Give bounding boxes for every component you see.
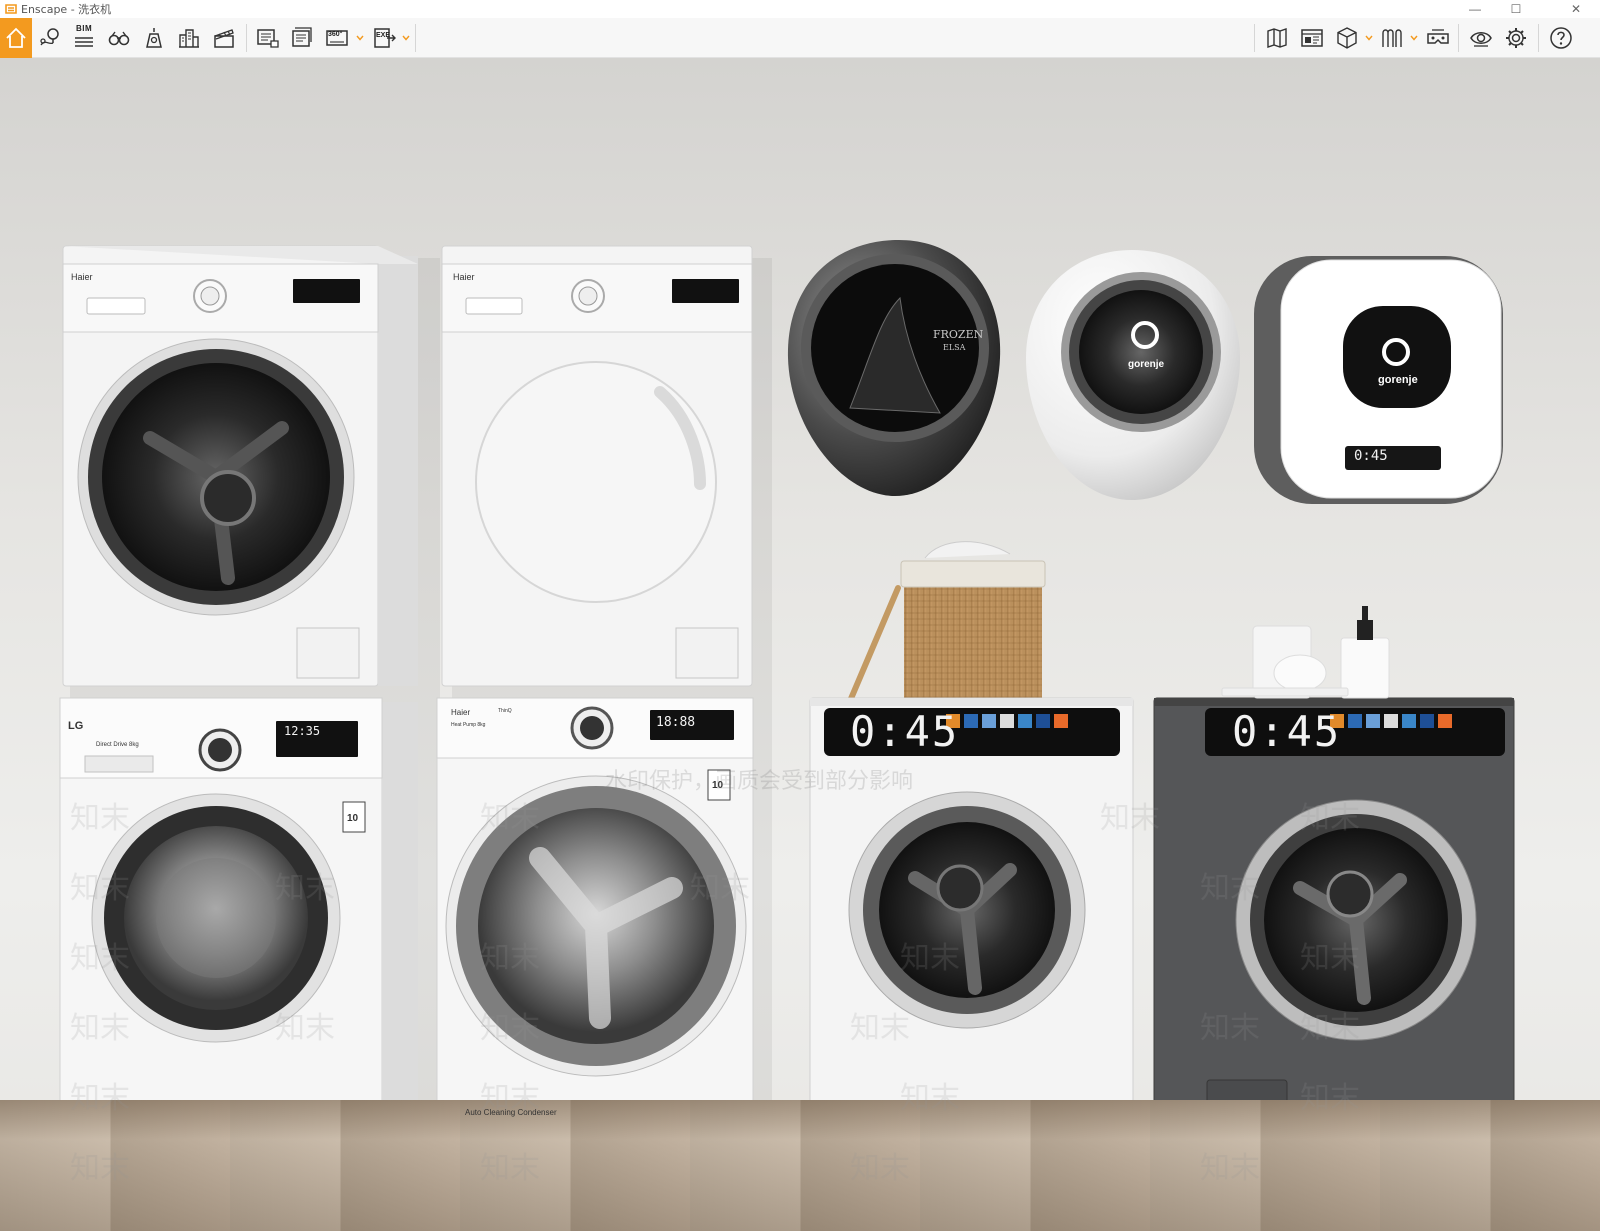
washer1-brand: Haier (71, 272, 93, 282)
home-icon (6, 27, 26, 48)
render-image-button[interactable] (251, 22, 283, 54)
buildings-icon (179, 29, 199, 48)
asset-library-button[interactable] (138, 22, 170, 54)
gorenje-square-display: 0:45 (1354, 448, 1388, 464)
clapper-icon (214, 29, 234, 48)
view-cube-button[interactable] (1331, 22, 1363, 54)
washer2-brand: Haier (453, 272, 475, 282)
watermark-banner: 水印保护，画质会受到部分影响 (605, 769, 914, 794)
batch-render-icon (292, 27, 312, 47)
toolbar-separator (1254, 24, 1255, 52)
frozen-title: FROZEN (933, 328, 984, 341)
chevron-down-icon[interactable] (402, 34, 410, 42)
panorama-label: 360° (328, 31, 343, 38)
eye-icon (1470, 32, 1492, 47)
washer2-tagline: Heat Pump 8kg (451, 722, 486, 728)
vr-headset-icon (1427, 29, 1449, 44)
scene-render (59, 239, 1515, 1188)
washer1-lower-brand: LG (68, 720, 84, 732)
frontloader2-display: 0:45 (1232, 707, 1342, 756)
toolbar-separator (246, 24, 247, 52)
title-bar: Enscape - 洗衣机 — ☐ ✕ (0, 0, 1600, 18)
chevron-down-icon[interactable] (1410, 34, 1418, 42)
gorenje-square-brand: gorenje (1378, 374, 1418, 386)
settings-button[interactable] (1500, 22, 1532, 54)
toolbar-separator (1538, 24, 1539, 52)
wood-floor (0, 1100, 1600, 1231)
washer2-thinq-label: ThinQ (498, 708, 512, 714)
toolbar-separator (1458, 24, 1459, 52)
washer1-display: 12:35 (284, 724, 321, 738)
washer1-tagline: Direct Drive 8kg (96, 742, 139, 748)
toolbar-separator (415, 24, 416, 52)
render-image-icon (257, 29, 279, 48)
frontloader1-display: 0:45 (850, 707, 960, 756)
exe-label: EXE (376, 32, 391, 39)
home-button[interactable] (0, 18, 32, 58)
cube-view-icon (1337, 27, 1357, 49)
export-exe-button[interactable]: EXE (368, 22, 400, 54)
help-icon (1550, 27, 1572, 49)
enscape-logo-icon (4, 3, 17, 16)
window-title: Enscape - 洗衣机 (21, 3, 112, 16)
help-button[interactable] (1545, 22, 1577, 54)
washer2-condenser-label: Auto Cleaning Condenser (465, 1108, 557, 1117)
chevron-down-icon[interactable] (1365, 34, 1373, 42)
visual-presets-button[interactable] (1376, 22, 1408, 54)
video-editor-button[interactable] (208, 22, 240, 54)
frozen-subtitle: ELSA (943, 343, 966, 352)
main-toolbar: BIM 360° EXE (0, 18, 1600, 71)
chevron-down-icon[interactable] (356, 34, 364, 42)
bim-label: BIM (76, 24, 93, 33)
display-icons-1 (946, 714, 1068, 728)
panorama-icon (326, 30, 348, 46)
enscape-window: Enscape - 洗衣机 — ☐ ✕ BIM 360° EXE Haier 1… (0, 0, 1600, 1231)
washer2-display: 18:88 (656, 715, 696, 730)
render-viewport[interactable]: Haier 12:35 LG Direct Drive 8kg 10 Haier… (0, 58, 1600, 1231)
location-pin-icon (40, 28, 59, 46)
washer1-badge: 10 (347, 813, 359, 824)
visual-presets-icon (1382, 29, 1402, 47)
vr-headset-button[interactable] (1422, 22, 1454, 54)
display-icons-2 (1330, 714, 1452, 728)
map-icon (1267, 28, 1287, 48)
binoculars-icon (108, 31, 130, 46)
close-button[interactable]: ✕ (1556, 0, 1596, 18)
panorama-button[interactable]: 360° (321, 22, 353, 54)
buildings-button[interactable] (173, 22, 205, 54)
settings-gear-icon (1506, 28, 1526, 48)
minimize-button[interactable]: — (1455, 0, 1495, 18)
washer2-lower-brand: Haier (451, 708, 471, 717)
map-button[interactable] (1261, 22, 1293, 54)
asset-library-icon (146, 28, 162, 48)
walk-mode-button[interactable] (103, 22, 135, 54)
info-panel-icon (1301, 29, 1323, 47)
visibility-button[interactable] (1465, 22, 1497, 54)
gorenje-egg-brand: gorenje (1128, 359, 1165, 370)
bim-button[interactable]: BIM (68, 22, 100, 54)
info-panel-button[interactable] (1296, 22, 1328, 54)
maximize-button[interactable]: ☐ (1496, 0, 1536, 18)
location-button[interactable] (34, 22, 66, 54)
batch-render-button[interactable] (286, 22, 318, 54)
